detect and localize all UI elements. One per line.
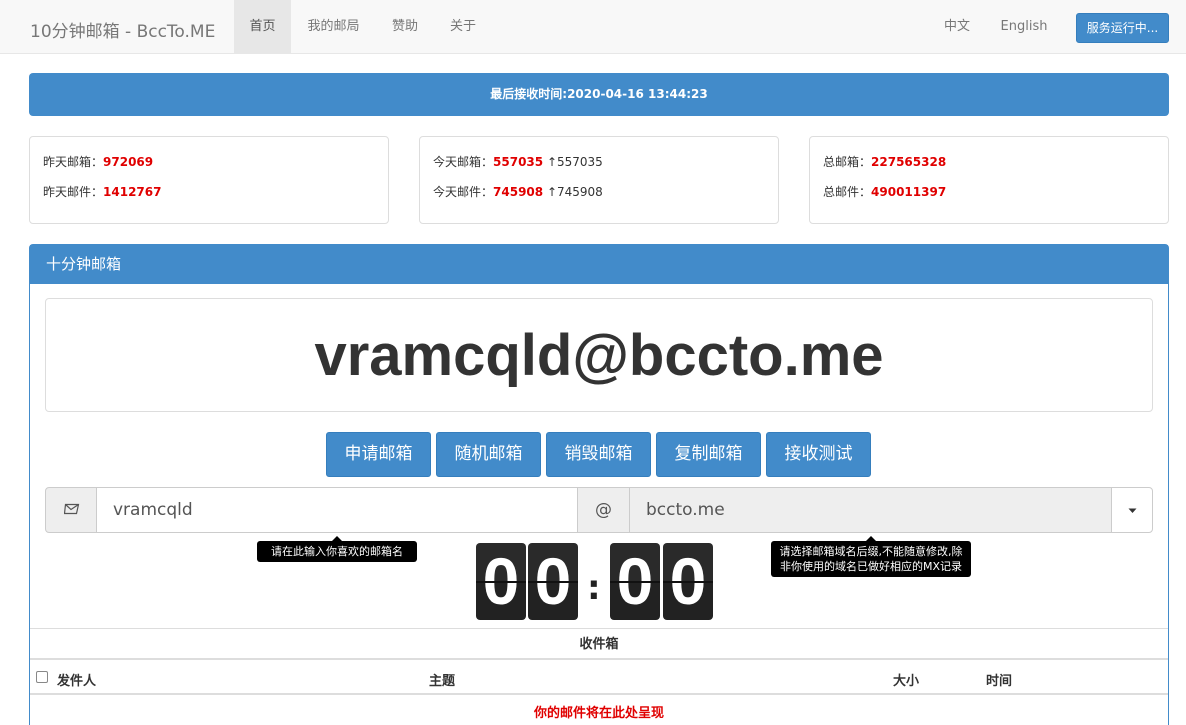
at-addon: @ — [577, 487, 630, 533]
stats-total: 总邮箱：227565328 总邮件：490011397 — [809, 136, 1169, 224]
destroy-mailbox-button[interactable]: 销毁邮箱 — [546, 432, 651, 477]
stat-value: 1412767 — [103, 185, 162, 199]
brand-title[interactable]: 10分钟邮箱 - BccTo.ME — [30, 17, 215, 42]
countdown-seconds-tens: 0 — [610, 543, 660, 620]
countdown-minutes-tens: 0 — [476, 543, 526, 620]
stat-today-mails: 今天邮件：745908 ↑745908 — [433, 183, 603, 200]
countdown-seconds-ones: 0 — [663, 543, 713, 620]
stat-label: 总邮件： — [823, 185, 872, 199]
countdown-minutes-ones: 0 — [528, 543, 578, 620]
stat-delta: ↑557035 — [546, 155, 603, 169]
stat-yesterday-mails: 昨天邮件：1412767 — [43, 183, 161, 200]
username-tooltip: 请在此输入你喜欢的邮箱名 — [257, 536, 417, 562]
stat-value: 227565328 — [871, 155, 947, 169]
column-size: 大小 — [893, 674, 920, 689]
domain-select[interactable]: bccto.me — [629, 487, 1112, 533]
stat-total-mails: 总邮件：490011397 — [823, 183, 946, 200]
stats-yesterday: 昨天邮箱：972069 昨天邮件：1412767 — [29, 136, 389, 224]
email-display: vramcqld@bccto.me — [45, 298, 1153, 412]
copy-mailbox-button[interactable]: 复制邮箱 — [656, 432, 761, 477]
nav-item-home[interactable]: 首页 — [234, 0, 291, 53]
service-status-button[interactable]: 服务运行中... — [1076, 13, 1169, 43]
nav-item-my-mailbox[interactable]: 我的邮局 — [291, 0, 376, 53]
stat-label: 昨天邮件： — [43, 185, 104, 199]
inbox-title: 收件箱 — [30, 628, 1168, 660]
envelope-addon — [45, 487, 97, 533]
select-all-checkbox[interactable] — [36, 671, 48, 683]
column-sender: 发件人 — [57, 674, 97, 689]
stat-value: 745908 — [493, 185, 544, 199]
navbar: 10分钟邮箱 - BccTo.ME 首页 我的邮局 赞助 关于 中文 Engli… — [0, 0, 1186, 54]
last-received-banner: 最后接收时间:2020-04-16 13:44:23 — [29, 73, 1169, 116]
apply-mailbox-button[interactable]: 申请邮箱 — [326, 432, 431, 477]
caret-down-icon — [1128, 508, 1137, 513]
stat-label: 今天邮箱： — [433, 155, 494, 169]
domain-dropdown-button[interactable] — [1111, 487, 1153, 533]
nav-item-sponsor[interactable]: 赞助 — [376, 0, 434, 53]
receive-test-button[interactable]: 接收测试 — [766, 432, 871, 477]
inbox-empty-message: 你的邮件将在此处呈现 — [533, 706, 664, 721]
stat-delta: ↑745908 — [546, 185, 603, 199]
domain-tooltip: 请选择邮箱域名后缀,不能随意修改,除非你使用的域名已做好相应的MX记录 — [771, 536, 971, 577]
stat-value: 490011397 — [871, 185, 947, 199]
countdown-separator: : — [587, 568, 601, 608]
stat-label: 今天邮件： — [433, 185, 494, 199]
stats-today: 今天邮箱：557035 ↑557035 今天邮件：745908 ↑745908 — [419, 136, 779, 224]
column-subject: 主题 — [429, 674, 456, 689]
stat-today-boxes: 今天邮箱：557035 ↑557035 — [433, 153, 603, 170]
username-input[interactable]: vramcqld — [96, 487, 578, 533]
email-address[interactable]: vramcqld@bccto.me — [314, 323, 883, 388]
nav-item-about[interactable]: 关于 — [434, 0, 492, 53]
stat-yesterday-boxes: 昨天邮箱：972069 — [43, 153, 153, 170]
stat-value: 557035 — [493, 155, 544, 169]
stat-value: 972069 — [103, 155, 154, 169]
table-header-divider — [30, 693, 1168, 695]
lang-zh-link[interactable]: 中文 — [932, 0, 982, 53]
envelope-icon — [64, 503, 80, 515]
panel-title: 十分钟邮箱 — [30, 245, 1168, 284]
stat-label: 昨天邮箱： — [43, 155, 104, 169]
column-time: 时间 — [986, 674, 1013, 689]
stat-total-boxes: 总邮箱：227565328 — [823, 153, 946, 170]
stat-label: 总邮箱： — [823, 155, 872, 169]
lang-en-link[interactable]: English — [993, 0, 1055, 53]
random-mailbox-button[interactable]: 随机邮箱 — [436, 432, 541, 477]
